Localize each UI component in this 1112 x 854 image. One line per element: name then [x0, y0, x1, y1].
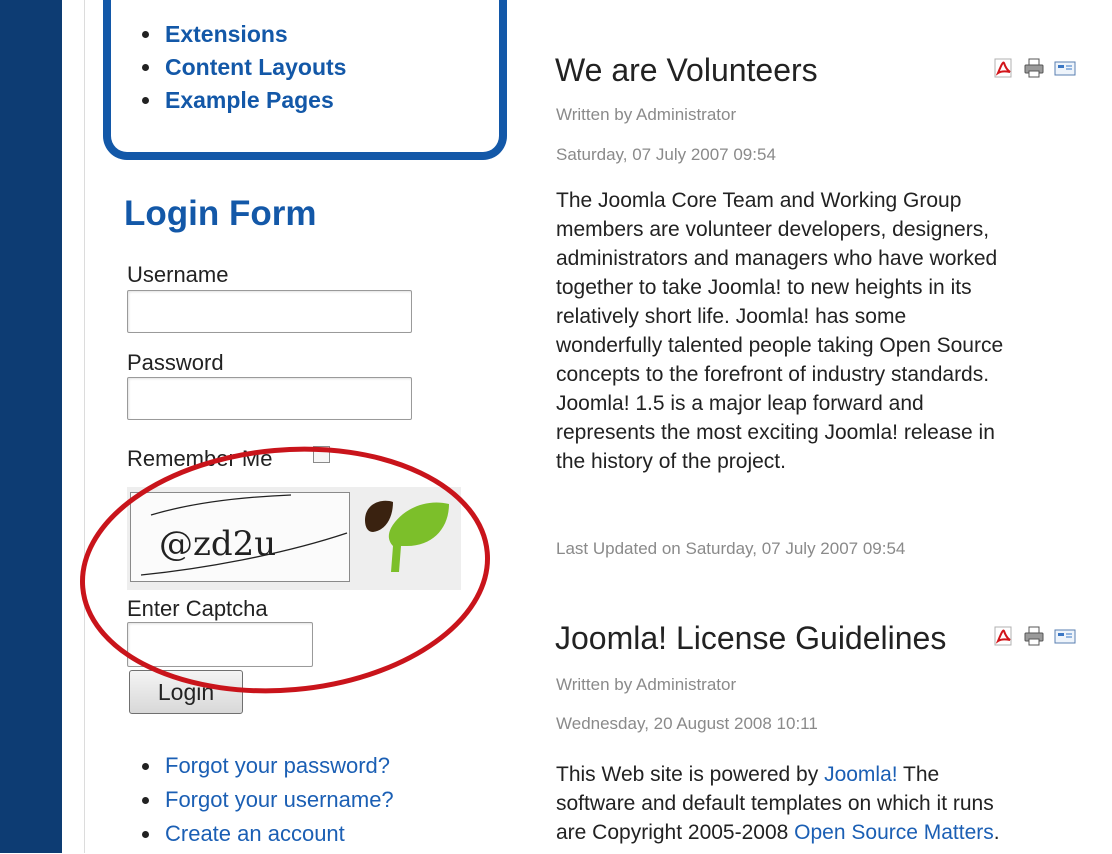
article-body: This Web site is powered by Joomla! The …: [556, 763, 1000, 844]
login-links: Forgot your password? Forgot your userna…: [142, 752, 394, 854]
remember-me-checkbox[interactable]: [313, 446, 330, 463]
password-input[interactable]: [127, 377, 412, 420]
username-label: Username: [127, 262, 229, 287]
list-item: Forgot your password?: [142, 752, 394, 786]
list-item: Create an account: [142, 820, 394, 854]
article-last-updated: Last Updated on Saturday, 07 July 2007 0…: [556, 539, 906, 558]
print-icon[interactable]: [1023, 625, 1045, 647]
password-label: Password: [127, 350, 224, 375]
create-account-link[interactable]: Create an account: [165, 821, 345, 846]
list-item: Forgot your username?: [142, 786, 394, 820]
joomla-link[interactable]: Joomla!: [824, 763, 898, 786]
article-author: Written by Administrator: [556, 105, 737, 124]
forgot-username-link[interactable]: Forgot your username?: [165, 787, 394, 812]
article-actions: [992, 625, 1076, 647]
email-icon[interactable]: [1054, 57, 1076, 79]
captcha-label: Enter Captcha: [127, 596, 268, 621]
article-body: The Joomla Core Team and Working Group m…: [556, 189, 1004, 473]
captcha-distortion-lines: @zd2u: [140, 494, 348, 576]
captcha-text: @zd2u: [159, 524, 276, 564]
article-date: Wednesday, 20 August 2008 10:11: [556, 714, 818, 733]
login-button[interactable]: Login: [129, 670, 243, 714]
remember-me-label: Remember Me: [127, 446, 273, 471]
email-icon[interactable]: [1054, 625, 1076, 647]
pdf-icon[interactable]: [992, 625, 1014, 647]
print-icon[interactable]: [1023, 57, 1045, 79]
column-divider: [84, 0, 85, 853]
article-title[interactable]: We are Volunteers: [555, 52, 818, 89]
menu-item-extensions[interactable]: Extensions: [142, 20, 346, 53]
article-date: Saturday, 07 July 2007 09:54: [556, 145, 776, 164]
menu-item-example-pages[interactable]: Example Pages: [142, 86, 346, 119]
article-author: Written by Administrator: [556, 675, 737, 694]
captcha-image: @zd2u: [130, 492, 350, 582]
menu-item-content-layouts[interactable]: Content Layouts: [142, 53, 346, 86]
main-menu: Extensions Content Layouts Example Pages: [142, 20, 346, 119]
pdf-icon[interactable]: [992, 57, 1014, 79]
login-form-title: Login Form: [124, 194, 317, 233]
captcha-input[interactable]: [127, 622, 313, 667]
left-sidebar-strip: [0, 0, 62, 853]
forgot-password-link[interactable]: Forgot your password?: [165, 753, 390, 778]
username-input[interactable]: [127, 290, 412, 333]
article-actions: [992, 57, 1076, 79]
article-title[interactable]: Joomla! License Guidelines: [555, 620, 946, 657]
open-source-matters-link[interactable]: Open Source Matters: [794, 821, 994, 844]
captcha-leaf-logo: [363, 492, 453, 582]
